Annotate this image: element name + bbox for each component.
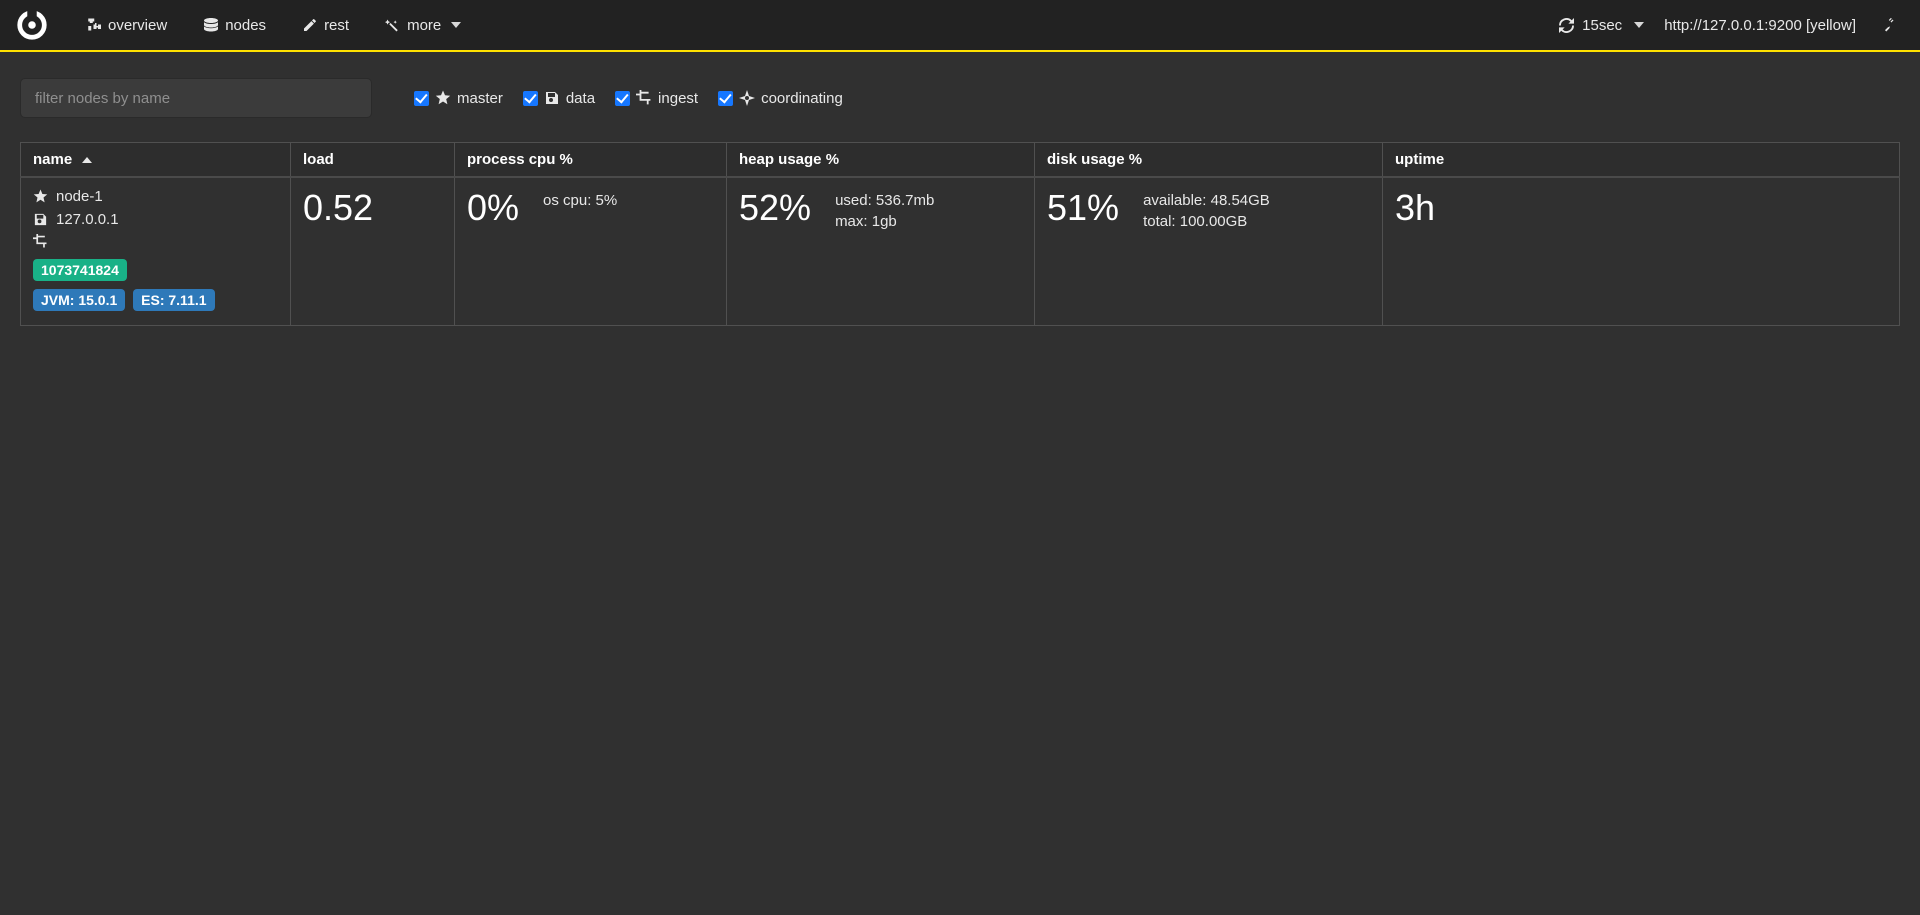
cell-cpu: 0% os cpu: 5% [455, 177, 727, 326]
sort-asc-icon [82, 157, 92, 163]
col-header-load-label: load [303, 151, 334, 168]
col-header-disk[interactable]: disk usage % [1035, 143, 1383, 178]
nav-right-group: 15sec http://127.0.0.1:9200 [yellow] [1559, 11, 1904, 39]
filter-data[interactable]: data [523, 90, 595, 107]
col-header-uptime-label: uptime [1395, 151, 1444, 168]
os-cpu-label: os cpu: 5% [543, 192, 617, 209]
filter-coordinating-label: coordinating [761, 90, 843, 107]
refresh-icon [1559, 18, 1574, 33]
col-header-uptime[interactable]: uptime [1383, 143, 1900, 178]
database-icon [203, 17, 219, 33]
filter-coordinating-checkbox[interactable] [718, 91, 733, 106]
jvm-badge: JVM: 15.0.1 [33, 289, 125, 311]
filter-data-checkbox[interactable] [523, 91, 538, 106]
nav-nodes[interactable]: nodes [185, 7, 284, 44]
col-header-heap[interactable]: heap usage % [727, 143, 1035, 178]
filter-bar: master data ingest coordinating [20, 78, 1900, 118]
crop-icon [636, 90, 652, 106]
col-header-cpu-label: process cpu % [467, 151, 573, 168]
top-navbar: overview nodes rest more 15sec http://12… [0, 0, 1920, 52]
mem-badge: 1073741824 [33, 259, 127, 281]
nav-overview-label: overview [108, 17, 167, 34]
chevron-down-icon [1634, 22, 1644, 28]
filter-ingest-checkbox[interactable] [615, 91, 630, 106]
table-header-row: name load process cpu % heap usage % dis… [21, 143, 1900, 178]
filter-data-label: data [566, 90, 595, 107]
nav-more-label: more [407, 17, 441, 34]
node-filter-input[interactable] [20, 78, 372, 118]
col-header-disk-label: disk usage % [1047, 151, 1142, 168]
col-header-heap-label: heap usage % [739, 151, 839, 168]
col-header-name[interactable]: name [21, 143, 291, 178]
nodes-table: name load process cpu % heap usage % dis… [20, 142, 1900, 326]
disk-icon [33, 212, 48, 227]
logo-icon [15, 8, 49, 42]
role-filter-group: master data ingest coordinating [414, 90, 843, 107]
node-name: node-1 [56, 188, 103, 205]
load-value: 0.52 [303, 188, 442, 228]
cluster-host-label: http://127.0.0.1:9200 [yellow] [1664, 17, 1856, 34]
refresh-interval-label: 15sec [1582, 17, 1622, 34]
disk-icon [544, 90, 560, 106]
compass-icon [739, 90, 755, 106]
cell-load: 0.52 [291, 177, 455, 326]
disk-value: 51% [1047, 188, 1119, 228]
nav-nodes-label: nodes [225, 17, 266, 34]
nav-more[interactable]: more [367, 7, 479, 44]
filter-coordinating[interactable]: coordinating [718, 90, 843, 107]
refresh-interval-selector[interactable]: 15sec [1559, 17, 1644, 34]
plug-icon [1882, 17, 1898, 33]
cpu-value: 0% [467, 188, 519, 228]
app-logo[interactable] [14, 7, 50, 43]
es-badge: ES: 7.11.1 [133, 289, 214, 311]
wand-icon [385, 17, 401, 33]
star-icon [33, 189, 48, 204]
col-header-load[interactable]: load [291, 143, 455, 178]
chevron-down-icon [451, 22, 461, 28]
cell-node-name: node-1 127.0.0.1 1073741824 JVM: 15.0.1 [21, 177, 291, 326]
crop-icon [33, 234, 48, 249]
col-header-cpu[interactable]: process cpu % [455, 143, 727, 178]
star-icon [435, 90, 451, 106]
nav-rest-label: rest [324, 17, 349, 34]
connect-button[interactable] [1876, 11, 1904, 39]
page-content: master data ingest coordinating [0, 52, 1920, 352]
nav-rest[interactable]: rest [284, 7, 367, 44]
nav-overview[interactable]: overview [68, 7, 185, 44]
filter-master-checkbox[interactable] [414, 91, 429, 106]
sitemap-icon [86, 17, 102, 33]
col-header-name-label: name [33, 151, 72, 168]
table-row: node-1 127.0.0.1 1073741824 JVM: 15.0.1 [21, 177, 1900, 326]
filter-ingest[interactable]: ingest [615, 90, 698, 107]
node-ip: 127.0.0.1 [56, 211, 119, 228]
cell-heap: 52% used: 536.7mb max: 1gb [727, 177, 1035, 326]
edit-icon [302, 17, 318, 33]
heap-value: 52% [739, 188, 811, 228]
filter-master[interactable]: master [414, 90, 503, 107]
filter-master-label: master [457, 90, 503, 107]
disk-total-label: total: 100.00GB [1143, 213, 1270, 230]
cell-disk: 51% available: 48.54GB total: 100.00GB [1035, 177, 1383, 326]
uptime-value: 3h [1395, 188, 1887, 228]
heap-used-label: used: 536.7mb [835, 192, 934, 209]
cell-uptime: 3h [1383, 177, 1900, 326]
filter-ingest-label: ingest [658, 90, 698, 107]
nav-left-group: overview nodes rest more [68, 7, 479, 44]
disk-available-label: available: 48.54GB [1143, 192, 1270, 209]
heap-max-label: max: 1gb [835, 213, 934, 230]
